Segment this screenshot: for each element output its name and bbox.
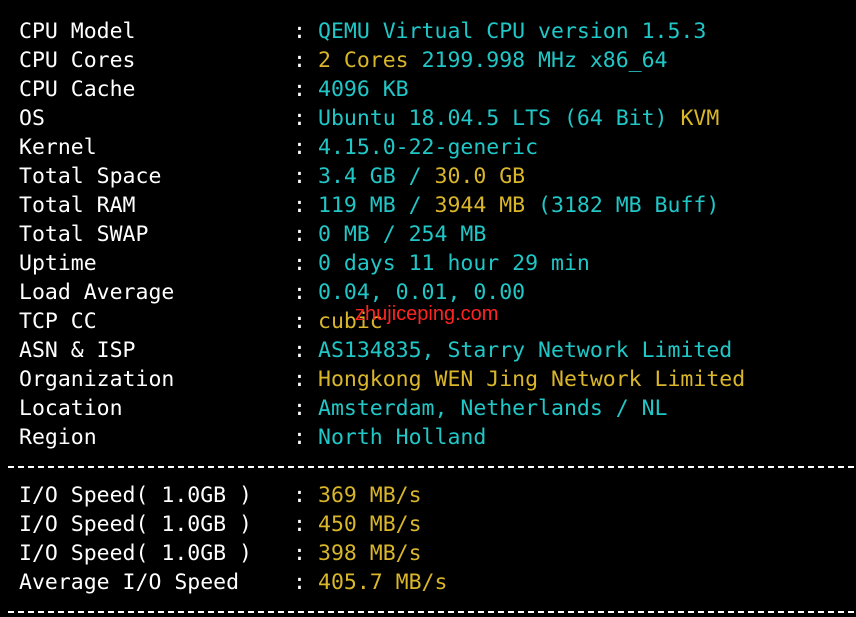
io-speed-row: I/O Speed( 1.0GB ):398 MB/s — [19, 539, 422, 568]
row-separator: : — [293, 570, 306, 595]
row-label: Region — [19, 425, 97, 450]
row-label: Total RAM — [19, 193, 136, 218]
info-row: Total RAM:119 MB / 3944 MB (3182 MB Buff… — [19, 191, 719, 220]
row-label: I/O Speed( 1.0GB ) — [19, 483, 252, 508]
row-separator: : — [293, 77, 306, 102]
info-row: ASN & ISP: AS134835, Starry Network Limit… — [19, 336, 732, 365]
row-separator: : — [293, 135, 306, 160]
io-speed-row: I/O Speed( 1.0GB ):369 MB/s — [19, 481, 422, 510]
info-row: Location: Amsterdam, Netherlands / NL — [19, 394, 668, 423]
row-separator: : — [293, 483, 306, 508]
row-label: ASN & ISP — [19, 338, 136, 363]
row-value-segment: 4096 KB — [318, 77, 409, 102]
row-separator: : — [293, 367, 306, 392]
info-row: CPU Cores:2 Cores 2199.998 MHz x86_64 — [19, 46, 668, 75]
row-value-segment: (3182 MB Buff) — [525, 193, 720, 218]
info-row: Uptime:0 days 11 hour 29 min — [19, 249, 590, 278]
row-value-segment: QEMU Virtual CPU version 1.5.3 — [318, 19, 707, 44]
row-value-segment: 2 Cores — [318, 48, 422, 73]
row-label: Kernel — [19, 135, 97, 160]
row-value-segment: 450 MB/s — [318, 512, 422, 537]
row-value-segment: AS134835, Starry Network Limited — [318, 338, 733, 363]
io-speed-row: Average I/O Speed:405.7 MB/s — [19, 568, 447, 597]
row-separator: : — [293, 164, 306, 189]
row-separator: : — [293, 193, 306, 218]
io-speed-row: I/O Speed( 1.0GB ):450 MB/s — [19, 510, 422, 539]
row-label: Average I/O Speed — [19, 570, 240, 595]
row-value-segment: 0 days 11 hour 29 min — [318, 251, 590, 276]
row-value-segment: 119 MB / — [318, 193, 435, 218]
row-separator: : — [293, 222, 306, 247]
row-value-segment: 0.04, 0.01, 0.00 — [318, 280, 526, 305]
info-row: Total Space:3.4 GB / 30.0 GB — [19, 162, 525, 191]
row-value-segment: North Holland — [318, 425, 487, 450]
row-value-segment: 0 MB / 254 MB — [318, 222, 487, 247]
row-separator: : — [293, 425, 306, 450]
row-separator: : — [293, 309, 306, 334]
row-separator: : — [293, 106, 306, 131]
divider-bottom — [8, 611, 854, 613]
info-row: CPU Cache:4096 KB — [19, 75, 409, 104]
watermark: zhujiceping.com — [355, 303, 499, 325]
row-label: Uptime — [19, 251, 97, 276]
row-label: I/O Speed( 1.0GB ) — [19, 541, 252, 566]
row-separator: : — [293, 280, 306, 305]
row-separator: : — [293, 19, 306, 44]
row-separator: : — [293, 48, 306, 73]
row-value-segment: 2199.998 MHz x86_64 — [421, 48, 668, 73]
row-value-segment: Hongkong WEN Jing Network Limited — [318, 367, 746, 392]
terminal-output: CPU Model: QEMU Virtual CPU version 1.5.3… — [0, 0, 856, 617]
row-value-segment: 369 MB/s — [318, 483, 422, 508]
info-row: Total SWAP:0 MB / 254 MB — [19, 220, 486, 249]
row-value-segment: 405.7 MB/s — [318, 570, 448, 595]
row-value-segment: KVM — [680, 106, 720, 131]
row-value-segment: Ubuntu 18.04.5 LTS (64 Bit) — [318, 106, 681, 131]
row-label: OS — [19, 106, 45, 131]
row-label: CPU Cache — [19, 77, 136, 102]
divider-top — [8, 466, 854, 468]
row-value-segment: 30.0 GB — [434, 164, 526, 189]
info-row: Kernel:4.15.0-22-generic — [19, 133, 538, 162]
row-value-segment: 3.4 GB / — [318, 164, 435, 189]
info-row: TCP CC: cubic — [19, 307, 383, 336]
row-separator: : — [293, 338, 306, 363]
row-value-segment: 398 MB/s — [318, 541, 422, 566]
info-row: OS: Ubuntu 18.04.5 LTS (64 Bit) KVM — [19, 104, 719, 133]
info-row: CPU Model: QEMU Virtual CPU version 1.5.3 — [19, 17, 706, 46]
row-separator: : — [293, 512, 306, 537]
row-value-segment: Amsterdam, Netherlands / NL — [318, 396, 668, 421]
row-value-segment: 3944 MB — [434, 193, 526, 218]
row-label: Load Average — [19, 280, 175, 305]
row-label: Total SWAP — [19, 222, 149, 247]
info-row: Region: North Holland — [19, 423, 486, 452]
row-separator: : — [293, 251, 306, 276]
row-label: CPU Cores — [19, 48, 136, 73]
row-separator: : — [293, 396, 306, 421]
row-label: Organization — [19, 367, 175, 392]
row-label: Location — [19, 396, 123, 421]
row-label: TCP CC — [19, 309, 97, 334]
row-label: CPU Model — [19, 19, 136, 44]
row-label: Total Space — [19, 164, 162, 189]
row-value-segment: 4.15.0-22-generic — [318, 135, 539, 160]
row-label: I/O Speed( 1.0GB ) — [19, 512, 252, 537]
info-row: Organization: Hongkong WEN Jing Network L… — [19, 365, 745, 394]
row-separator: : — [293, 541, 306, 566]
